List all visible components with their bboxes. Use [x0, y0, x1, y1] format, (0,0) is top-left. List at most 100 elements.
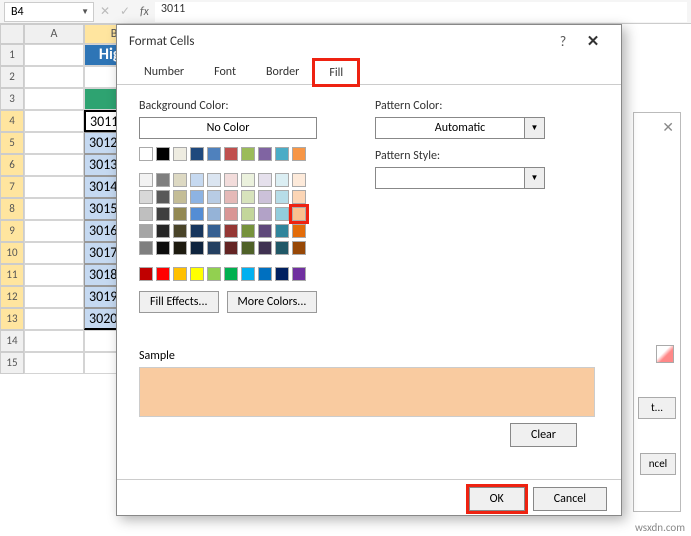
- cell[interactable]: [24, 242, 84, 264]
- color-swatch[interactable]: [190, 173, 204, 187]
- color-swatch[interactable]: [190, 190, 204, 204]
- ok-button[interactable]: OK: [469, 487, 525, 511]
- color-swatch[interactable]: [173, 241, 187, 255]
- color-swatch[interactable]: [224, 267, 238, 281]
- cell[interactable]: [24, 110, 84, 132]
- color-swatch[interactable]: [207, 207, 221, 221]
- help-icon[interactable]: ?: [549, 33, 577, 50]
- color-swatch[interactable]: [241, 224, 255, 238]
- color-swatch[interactable]: [139, 207, 153, 221]
- color-swatch[interactable]: [275, 190, 289, 204]
- cancel-button[interactable]: Cancel: [533, 487, 607, 511]
- cell[interactable]: [24, 264, 84, 286]
- color-swatch[interactable]: [190, 207, 204, 221]
- color-swatch[interactable]: [207, 241, 221, 255]
- row-header[interactable]: 9: [0, 220, 24, 242]
- range-select-icon[interactable]: [656, 345, 674, 363]
- color-swatch[interactable]: [292, 224, 306, 238]
- color-swatch[interactable]: [156, 207, 170, 221]
- color-swatch[interactable]: [190, 224, 204, 238]
- color-swatch[interactable]: [292, 267, 306, 281]
- color-swatch[interactable]: [258, 224, 272, 238]
- cell[interactable]: [24, 308, 84, 330]
- bg-button-ncel[interactable]: ncel: [640, 453, 676, 475]
- row-header[interactable]: 3: [0, 88, 24, 110]
- chevron-down-icon[interactable]: ▼: [81, 7, 89, 17]
- color-swatch[interactable]: [173, 147, 187, 161]
- color-swatch[interactable]: [275, 267, 289, 281]
- color-swatch[interactable]: [139, 267, 153, 281]
- color-swatch[interactable]: [224, 224, 238, 238]
- color-swatch[interactable]: [207, 173, 221, 187]
- cell[interactable]: [24, 66, 84, 88]
- color-swatch[interactable]: [241, 173, 255, 187]
- color-swatch[interactable]: [241, 190, 255, 204]
- color-swatch[interactable]: [275, 147, 289, 161]
- color-swatch[interactable]: [292, 173, 306, 187]
- color-swatch[interactable]: [275, 207, 289, 221]
- color-swatch[interactable]: [173, 224, 187, 238]
- row-header[interactable]: 13: [0, 308, 24, 330]
- color-swatch[interactable]: [156, 267, 170, 281]
- bg-button-t[interactable]: t...: [638, 397, 676, 419]
- row-header[interactable]: 12: [0, 286, 24, 308]
- cell[interactable]: [24, 132, 84, 154]
- row-header[interactable]: 1: [0, 44, 24, 66]
- row-header[interactable]: 11: [0, 264, 24, 286]
- color-swatch[interactable]: [207, 190, 221, 204]
- name-box[interactable]: B4 ▼: [4, 2, 94, 22]
- color-swatch[interactable]: [258, 173, 272, 187]
- pattern-color-select[interactable]: Automatic ▼: [375, 117, 545, 139]
- cell[interactable]: [24, 352, 84, 374]
- color-swatch[interactable]: [292, 147, 306, 161]
- color-swatch[interactable]: [241, 241, 255, 255]
- formula-input[interactable]: 3011: [155, 2, 687, 22]
- cell[interactable]: [24, 44, 84, 66]
- color-swatch[interactable]: [275, 173, 289, 187]
- color-swatch[interactable]: [224, 207, 238, 221]
- tab-font[interactable]: Font: [199, 59, 251, 84]
- cell[interactable]: [24, 198, 84, 220]
- color-swatch[interactable]: [173, 173, 187, 187]
- color-swatch[interactable]: [156, 190, 170, 204]
- col-header-a[interactable]: A: [24, 24, 84, 44]
- fill-effects-button[interactable]: Fill Effects...: [139, 291, 219, 313]
- color-swatch[interactable]: [207, 267, 221, 281]
- no-color-button[interactable]: No Color: [139, 117, 317, 139]
- color-swatch[interactable]: [139, 173, 153, 187]
- color-swatch[interactable]: [224, 173, 238, 187]
- cell[interactable]: [24, 154, 84, 176]
- color-swatch[interactable]: [139, 190, 153, 204]
- row-header[interactable]: 5: [0, 132, 24, 154]
- tab-border[interactable]: Border: [251, 59, 314, 84]
- color-swatch[interactable]: [156, 224, 170, 238]
- color-swatch[interactable]: [190, 147, 204, 161]
- color-swatch[interactable]: [173, 207, 187, 221]
- fx-icon[interactable]: fx: [140, 5, 149, 19]
- color-swatch[interactable]: [156, 173, 170, 187]
- color-swatch[interactable]: [224, 241, 238, 255]
- color-swatch[interactable]: [156, 147, 170, 161]
- color-swatch[interactable]: [258, 190, 272, 204]
- color-swatch[interactable]: [258, 241, 272, 255]
- color-swatch[interactable]: [292, 207, 306, 221]
- cell[interactable]: [24, 176, 84, 198]
- row-header[interactable]: 15: [0, 352, 24, 374]
- row-header[interactable]: 10: [0, 242, 24, 264]
- close-icon[interactable]: ✕: [662, 119, 674, 136]
- color-swatch[interactable]: [292, 241, 306, 255]
- color-swatch[interactable]: [224, 190, 238, 204]
- color-swatch[interactable]: [156, 241, 170, 255]
- cell[interactable]: [24, 286, 84, 308]
- cell[interactable]: [24, 220, 84, 242]
- color-swatch[interactable]: [139, 224, 153, 238]
- cell[interactable]: [24, 330, 84, 352]
- color-swatch[interactable]: [275, 224, 289, 238]
- color-swatch[interactable]: [190, 267, 204, 281]
- color-swatch[interactable]: [173, 267, 187, 281]
- color-swatch[interactable]: [275, 241, 289, 255]
- select-all-corner[interactable]: [0, 24, 24, 44]
- color-swatch[interactable]: [241, 267, 255, 281]
- color-swatch[interactable]: [241, 147, 255, 161]
- pattern-style-select[interactable]: ▼: [375, 167, 545, 189]
